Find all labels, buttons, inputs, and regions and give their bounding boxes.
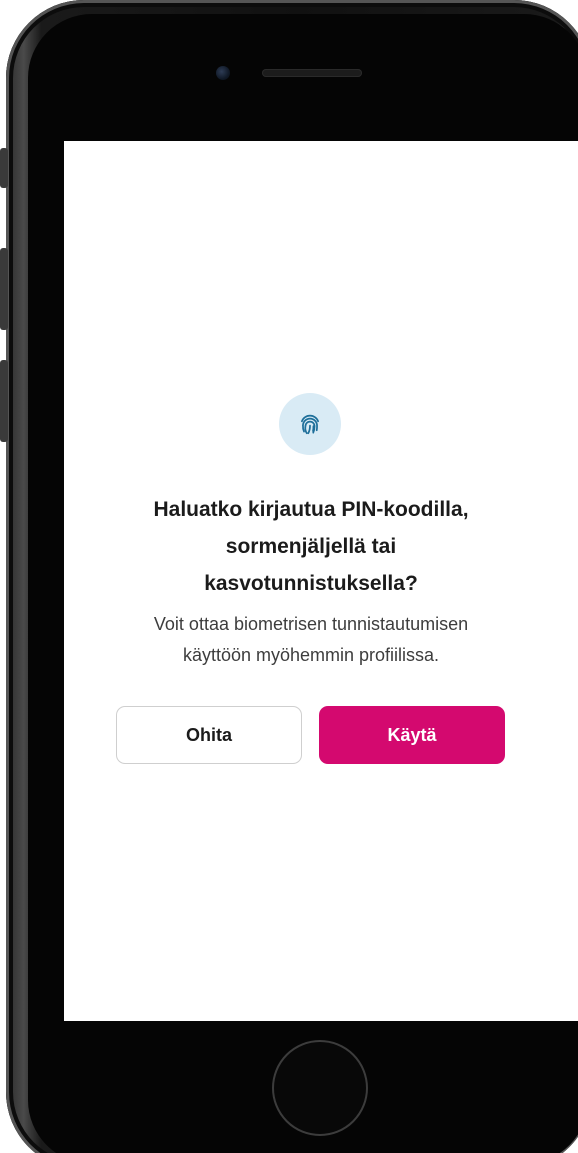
mute-switch — [0, 148, 8, 188]
volume-up-button — [0, 248, 8, 330]
use-button[interactable]: Käytä — [319, 706, 505, 764]
stage: Haluatko kirjautua PIN-koodilla, sormenj… — [0, 0, 578, 1153]
home-button[interactable] — [272, 1040, 368, 1136]
title-line-1: Haluatko kirjautua PIN-koodilla, — [153, 498, 469, 521]
fingerprint-icon — [301, 414, 319, 435]
volume-down-button — [0, 360, 8, 442]
title-line-2: sormenjäljellä tai — [225, 535, 397, 558]
front-camera — [216, 66, 230, 80]
app-screen: Haluatko kirjautua PIN-koodilla, sormenj… — [64, 141, 578, 1021]
skip-button[interactable]: Ohita — [116, 706, 302, 764]
earpiece-speaker — [262, 69, 362, 77]
description-line-1: Voit ottaa biometrisen tunnistautumisen — [153, 614, 469, 634]
description-line-2: käyttöön myöhemmin profiilissa. — [182, 645, 440, 665]
title-line-3: kasvotunnistuksella? — [204, 572, 418, 595]
dialog-description: Voit ottaa biometrisen tunnistautumisen … — [74, 609, 548, 671]
fingerprint-icon-badge — [279, 393, 341, 455]
dialog-title: Haluatko kirjautua PIN-koodilla, sormenj… — [84, 491, 538, 602]
